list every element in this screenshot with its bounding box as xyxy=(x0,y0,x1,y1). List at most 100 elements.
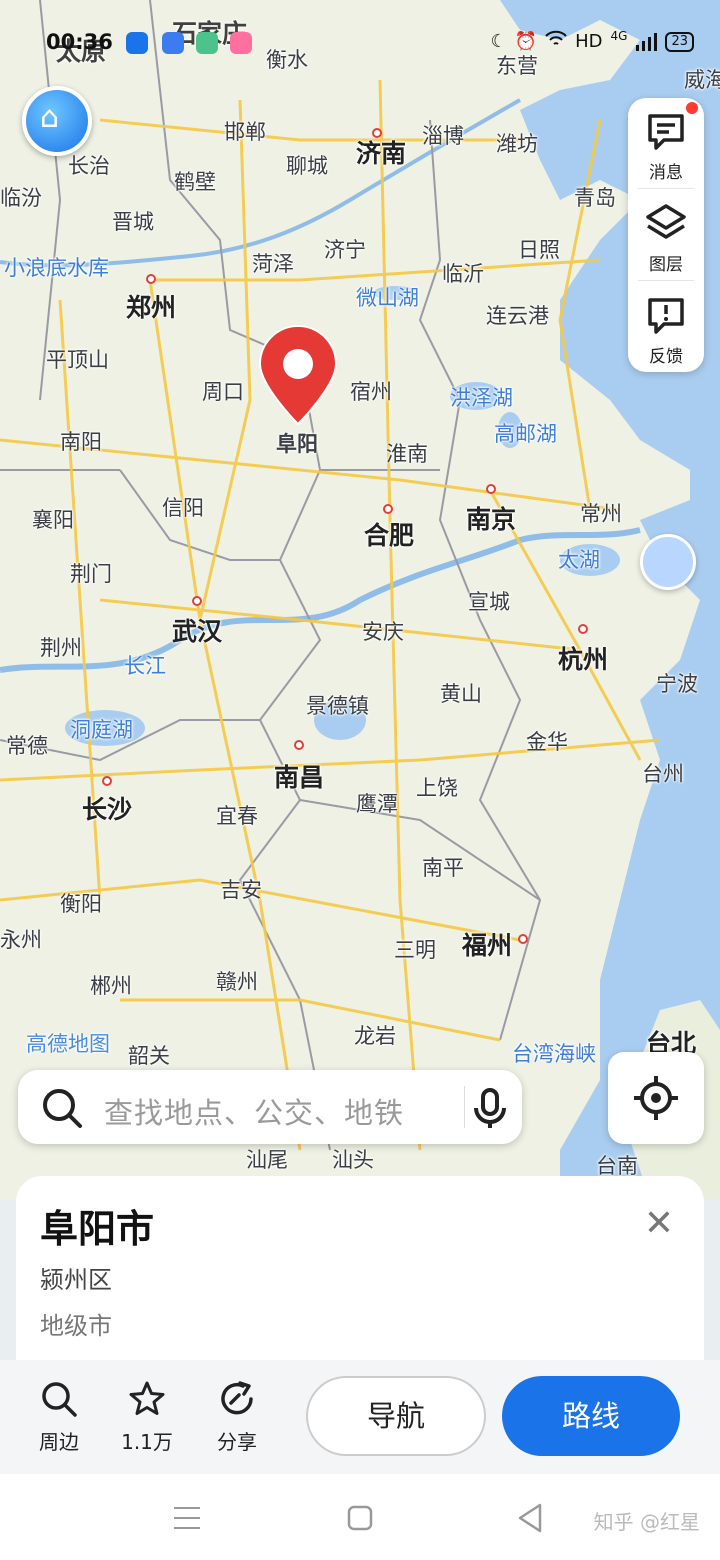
city-label[interactable]: 长沙 xyxy=(82,790,132,826)
city-label[interactable]: 菏泽 xyxy=(252,248,294,278)
city-label[interactable]: 常州 xyxy=(580,498,622,528)
city-label[interactable]: 南昌 xyxy=(274,758,324,794)
share-label: 分享 xyxy=(217,1430,257,1454)
city-label[interactable]: 淮南 xyxy=(386,438,428,468)
city-label[interactable]: 上饶 xyxy=(416,772,458,802)
close-icon[interactable]: ✕ xyxy=(644,1206,674,1242)
selected-city-label[interactable]: 阜阳 xyxy=(276,428,318,458)
city-label[interactable]: 永州 xyxy=(0,924,42,954)
city-label[interactable]: 龙岩 xyxy=(354,1020,396,1050)
city-label[interactable]: 福州 xyxy=(462,926,512,962)
menu-icon[interactable] xyxy=(172,1504,202,1532)
city-label[interactable]: 聊城 xyxy=(286,150,328,180)
share-button[interactable]: 分享 xyxy=(202,1380,272,1455)
map-logo: 高德地图 xyxy=(26,1032,110,1056)
city-label[interactable]: 鹰潭 xyxy=(356,788,398,818)
city-label[interactable]: 威海 xyxy=(684,64,720,94)
microphone-icon[interactable] xyxy=(466,1084,514,1132)
city-label[interactable]: 济南 xyxy=(356,134,406,170)
city-label[interactable]: 南阳 xyxy=(60,426,102,456)
nearby-button[interactable]: 周边 xyxy=(24,1380,94,1455)
city-label[interactable]: 衡阳 xyxy=(60,888,102,918)
city-label[interactable]: 济宁 xyxy=(324,234,366,264)
city-label[interactable]: 周口 xyxy=(202,376,244,406)
wifi-icon xyxy=(545,30,567,53)
water-label: 微山湖 xyxy=(356,286,419,310)
signal-icon: 4G xyxy=(610,28,628,43)
city-label[interactable]: 宁波 xyxy=(656,668,698,698)
city-label[interactable]: 吉安 xyxy=(220,874,262,904)
city-label[interactable]: 临汾 xyxy=(0,182,42,212)
feedback-button[interactable]: 反馈 xyxy=(628,282,704,372)
city-label[interactable]: 淄博 xyxy=(422,120,464,150)
city-label[interactable]: 台州 xyxy=(642,758,684,788)
route-button[interactable]: 路线 xyxy=(502,1376,680,1456)
city-label[interactable]: 韶关 xyxy=(128,1040,170,1070)
city-label[interactable]: 潍坊 xyxy=(496,128,538,158)
status-time: 00:36 xyxy=(46,30,113,54)
city-label[interactable]: 南平 xyxy=(422,852,464,882)
app-notification-icon xyxy=(196,32,218,54)
status-bar: 00:36 ☾ ⏰ HD 4G 23 xyxy=(0,28,720,62)
city-label[interactable]: 襄阳 xyxy=(32,504,74,534)
city-label[interactable]: 安庆 xyxy=(362,616,404,646)
city-label[interactable]: 宿州 xyxy=(350,376,392,406)
crosshair-icon xyxy=(634,1076,678,1120)
city-label[interactable]: 荆州 xyxy=(40,632,82,662)
search-bar[interactable]: 查找地点、公交、地铁 xyxy=(18,1070,522,1144)
city-label[interactable]: 邯郸 xyxy=(224,116,266,146)
water-label: 太湖 xyxy=(558,548,600,572)
city-label[interactable]: 信阳 xyxy=(162,492,204,522)
city-label[interactable]: 临沂 xyxy=(442,258,484,288)
home-square-icon[interactable] xyxy=(346,1504,374,1532)
search-input[interactable]: 查找地点、公交、地铁 xyxy=(104,1090,404,1132)
city-label[interactable]: 金华 xyxy=(526,726,568,756)
city-label[interactable]: 鹤壁 xyxy=(174,166,216,196)
city-label[interactable]: 宣城 xyxy=(468,586,510,616)
city-label[interactable]: 三明 xyxy=(394,934,436,964)
messages-button[interactable]: 消息 xyxy=(628,98,704,188)
city-label[interactable]: 武汉 xyxy=(172,612,222,648)
city-label[interactable]: 合肥 xyxy=(364,516,414,552)
signal-bars-icon xyxy=(636,32,658,51)
water-label: 洞庭湖 xyxy=(70,718,133,742)
app-notification-icon xyxy=(126,32,148,54)
city-label[interactable]: 杭州 xyxy=(558,640,608,676)
city-label[interactable]: 宜春 xyxy=(216,800,258,830)
city-label[interactable]: 汕尾 xyxy=(246,1144,288,1174)
favorite-button[interactable]: 1.1万 xyxy=(112,1380,182,1455)
locate-me-button[interactable] xyxy=(608,1052,704,1144)
navigate-button[interactable]: 导航 xyxy=(306,1376,486,1456)
city-label[interactable]: 日照 xyxy=(518,234,560,264)
system-navigation-bar: 知乎 @红星 xyxy=(0,1474,720,1560)
home-shortcut-button[interactable]: ⌂ xyxy=(22,86,92,156)
place-title: 阜阳市 xyxy=(40,1207,155,1251)
city-label[interactable]: 晋城 xyxy=(112,206,154,236)
location-pin-icon[interactable] xyxy=(254,324,342,428)
map-view[interactable]: 郑州 济南 合肥 南京 武汉 杭州 南昌 长沙 福州 太原 石家庄 衡水 东营 … xyxy=(0,0,720,1200)
city-label[interactable]: 郴州 xyxy=(90,970,132,1000)
city-label[interactable]: 长治 xyxy=(68,150,110,180)
city-label[interactable]: 黄山 xyxy=(440,678,482,708)
city-label[interactable]: 赣州 xyxy=(216,966,258,996)
feedback-icon xyxy=(648,298,684,334)
city-label[interactable]: 平顶山 xyxy=(46,344,109,374)
city-label[interactable]: 郑州 xyxy=(126,288,176,324)
city-label[interactable]: 汕头 xyxy=(332,1144,374,1174)
place-level: 地级市 xyxy=(40,1312,112,1340)
avatar[interactable] xyxy=(640,534,696,590)
favorite-count: 1.1万 xyxy=(121,1430,173,1454)
city-label[interactable]: 青岛 xyxy=(574,182,616,212)
city-label[interactable]: 连云港 xyxy=(486,300,549,330)
layers-button[interactable]: 图层 xyxy=(628,190,704,280)
city-label[interactable]: 常德 xyxy=(6,730,48,760)
status-indicators: ☾ ⏰ HD 4G 23 xyxy=(490,28,694,53)
share-icon xyxy=(221,1381,253,1415)
city-label[interactable]: 景德镇 xyxy=(306,690,369,720)
battery-indicator: 23 xyxy=(665,31,694,52)
back-icon[interactable] xyxy=(516,1502,544,1534)
city-label[interactable]: 荆门 xyxy=(70,558,112,588)
city-label[interactable]: 南京 xyxy=(466,500,516,536)
place-district: 颍州区 xyxy=(40,1266,112,1294)
moon-icon: ☾ xyxy=(490,31,507,52)
